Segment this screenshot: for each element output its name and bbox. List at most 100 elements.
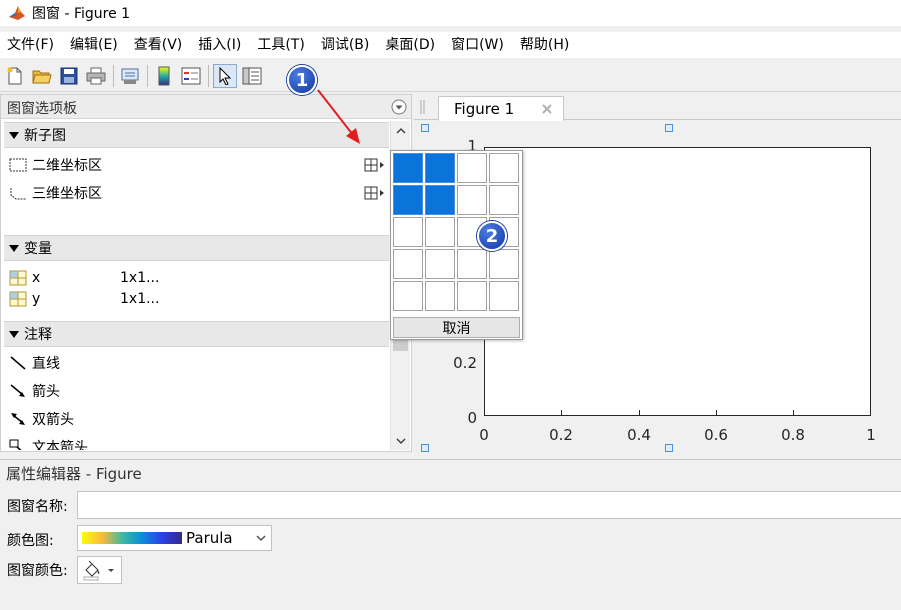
- grid-cell[interactable]: [489, 185, 519, 215]
- callout-badge-2: 2: [477, 221, 507, 251]
- grid-cell[interactable]: [489, 249, 519, 279]
- plot-axes[interactable]: [484, 147, 871, 416]
- toggle-plot-tools-button[interactable]: [240, 64, 264, 88]
- annotation-item-arrow[interactable]: 箭头: [8, 379, 60, 403]
- double-arrow-icon: [11, 413, 25, 425]
- scroll-up-button[interactable]: [391, 121, 410, 140]
- annotation-item-line[interactable]: 直线: [8, 351, 60, 375]
- insert-colorbar-button[interactable]: [152, 64, 176, 88]
- grid-cell[interactable]: [425, 217, 455, 247]
- menu-tools[interactable]: 工具(T): [249, 32, 312, 58]
- variable-grid-icon: [9, 270, 27, 286]
- colormap-select[interactable]: Parula: [77, 525, 272, 551]
- grid-cell[interactable]: [457, 153, 487, 183]
- palette-toggle-icon: [242, 67, 262, 84]
- item-label: 文本箭头: [32, 440, 88, 450]
- menu-insert[interactable]: 插入(I): [190, 32, 249, 58]
- open-file-button[interactable]: [30, 64, 54, 88]
- x-tick-label: 0: [479, 426, 489, 444]
- palette-item-2d-axes[interactable]: 二维坐标区: [8, 153, 102, 177]
- colormap-value: Parula: [186, 529, 233, 547]
- figure-color-button[interactable]: [77, 556, 122, 584]
- annotation-item-text-arrow[interactable]: 文本箭头: [8, 435, 88, 450]
- grid-cell[interactable]: [457, 281, 487, 311]
- palette-header: 图窗选项板: [1, 95, 411, 119]
- x-tick-label: 0.8: [781, 426, 805, 444]
- toolbar-separator: [208, 64, 209, 87]
- grid-cell[interactable]: [425, 185, 455, 215]
- menu-edit[interactable]: 编辑(E): [62, 32, 126, 58]
- x-tick-label: 1: [866, 426, 876, 444]
- selection-handle[interactable]: [421, 444, 429, 452]
- window-title: 图窗 - Figure 1: [32, 6, 131, 22]
- menu-debug[interactable]: 调试(B): [313, 32, 378, 58]
- toolbar-separator: [113, 64, 114, 87]
- grid-layout-icon: [364, 158, 384, 172]
- subplot-grid-button-3d[interactable]: [364, 184, 386, 202]
- item-label: 双箭头: [32, 412, 74, 428]
- save-button[interactable]: [57, 64, 81, 88]
- grid-cell[interactable]: [489, 153, 519, 183]
- grid-cell[interactable]: [425, 281, 455, 311]
- item-label: 二维坐标区: [32, 158, 102, 174]
- text-arrow-icon: [9, 439, 22, 450]
- figure-color-label: 图窗颜色:: [7, 563, 68, 579]
- property-editor: 属性编辑器 - Figure 图窗名称: 颜色图: Parula 图窗颜色:: [0, 459, 901, 610]
- menu-window[interactable]: 窗口(W): [443, 32, 512, 58]
- grid-cell[interactable]: [457, 249, 487, 279]
- menu-file[interactable]: 文件(F): [0, 32, 62, 58]
- grid-cell[interactable]: [393, 217, 423, 247]
- colorbar-icon: [158, 66, 170, 85]
- x-tick-mark: [639, 410, 640, 415]
- scroll-down-button[interactable]: [391, 431, 410, 450]
- grid-cell[interactable]: [393, 153, 423, 183]
- variable-grid-icon: [9, 291, 27, 307]
- x-tick-mark: [716, 410, 717, 415]
- callout-badge-1: 1: [287, 65, 317, 95]
- collapse-triangle-icon: [9, 244, 19, 252]
- grid-cell[interactable]: [393, 249, 423, 279]
- grid-cell[interactable]: [489, 281, 519, 311]
- selection-handle[interactable]: [665, 124, 673, 132]
- grid-cell[interactable]: [393, 185, 423, 215]
- chevron-up-icon: [396, 127, 405, 133]
- grid-cell[interactable]: [457, 185, 487, 215]
- section-variables[interactable]: 变量: [4, 235, 389, 261]
- menu-view[interactable]: 查看(V): [126, 32, 191, 58]
- insert-legend-button[interactable]: [179, 64, 203, 88]
- tab-figure-1[interactable]: Figure 1: [438, 96, 564, 121]
- new-icon: [7, 67, 22, 84]
- x-tick-mark: [793, 410, 794, 415]
- section-new-subplot[interactable]: 新子图: [4, 122, 389, 148]
- section-label: 新子图: [24, 128, 66, 144]
- link-plot-button[interactable]: [118, 64, 142, 88]
- x-tick-label: 0.4: [627, 426, 651, 444]
- edit-plot-button[interactable]: [213, 63, 237, 88]
- palette-item-3d-axes[interactable]: 三维坐标区: [8, 181, 102, 205]
- x-tick-mark: [561, 410, 562, 415]
- menu-desktop[interactable]: 桌面(D): [377, 32, 443, 58]
- new-figure-button[interactable]: [3, 64, 27, 88]
- grid-cell[interactable]: [425, 153, 455, 183]
- variable-item-y[interactable]: y 1x1...: [8, 287, 388, 311]
- collapse-triangle-icon: [9, 330, 19, 338]
- print-button[interactable]: [84, 64, 108, 88]
- subplot-grid-button-2d[interactable]: [364, 156, 386, 174]
- figure-name-label: 图窗名称:: [7, 499, 68, 515]
- panel-menu-icon[interactable]: [391, 99, 407, 115]
- section-annotations[interactable]: 注释: [4, 321, 389, 347]
- menu-help[interactable]: 帮助(H): [512, 32, 577, 58]
- grip-icon: [420, 100, 425, 114]
- figure-name-input[interactable]: [77, 491, 901, 519]
- selection-handle[interactable]: [665, 444, 673, 452]
- variable-value: 1x1...: [120, 270, 160, 286]
- annotation-item-double-arrow[interactable]: 双箭头: [8, 407, 74, 431]
- grid-cell[interactable]: [393, 281, 423, 311]
- grid-cell[interactable]: [425, 249, 455, 279]
- close-icon[interactable]: [540, 102, 554, 116]
- item-label: 箭头: [32, 384, 60, 400]
- cancel-button[interactable]: 取消: [393, 317, 520, 338]
- print-icon: [86, 67, 106, 84]
- save-icon: [60, 67, 78, 84]
- selection-handle[interactable]: [421, 124, 429, 132]
